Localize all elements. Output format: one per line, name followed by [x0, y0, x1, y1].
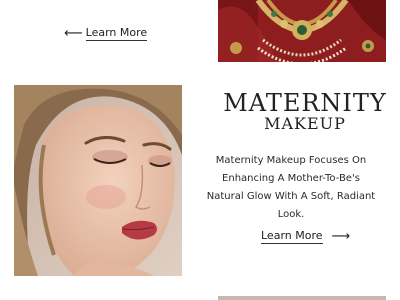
page: ⟵ Learn More MATERNITY MAKEUP Maternity …	[0, 0, 400, 300]
learn-more-label: Learn More	[85, 26, 148, 41]
bridal-jewelry-image	[218, 0, 386, 62]
arrow-right-icon: ⟶	[331, 229, 351, 244]
learn-more-label: Learn More	[261, 229, 323, 244]
maternity-makeup-portrait	[14, 85, 182, 276]
learn-more-link-top[interactable]: ⟵ Learn More	[64, 26, 148, 41]
section-title: MATERNITY	[223, 89, 387, 117]
arrow-left-icon: ⟵	[64, 26, 83, 41]
section-description: Maternity Makeup Focuses On Enhancing A …	[206, 155, 376, 220]
next-section-image-edge	[218, 296, 386, 300]
learn-more-link-bottom[interactable]: Learn More ⟶	[261, 230, 350, 244]
section-subtitle: MAKEUP	[264, 114, 346, 133]
